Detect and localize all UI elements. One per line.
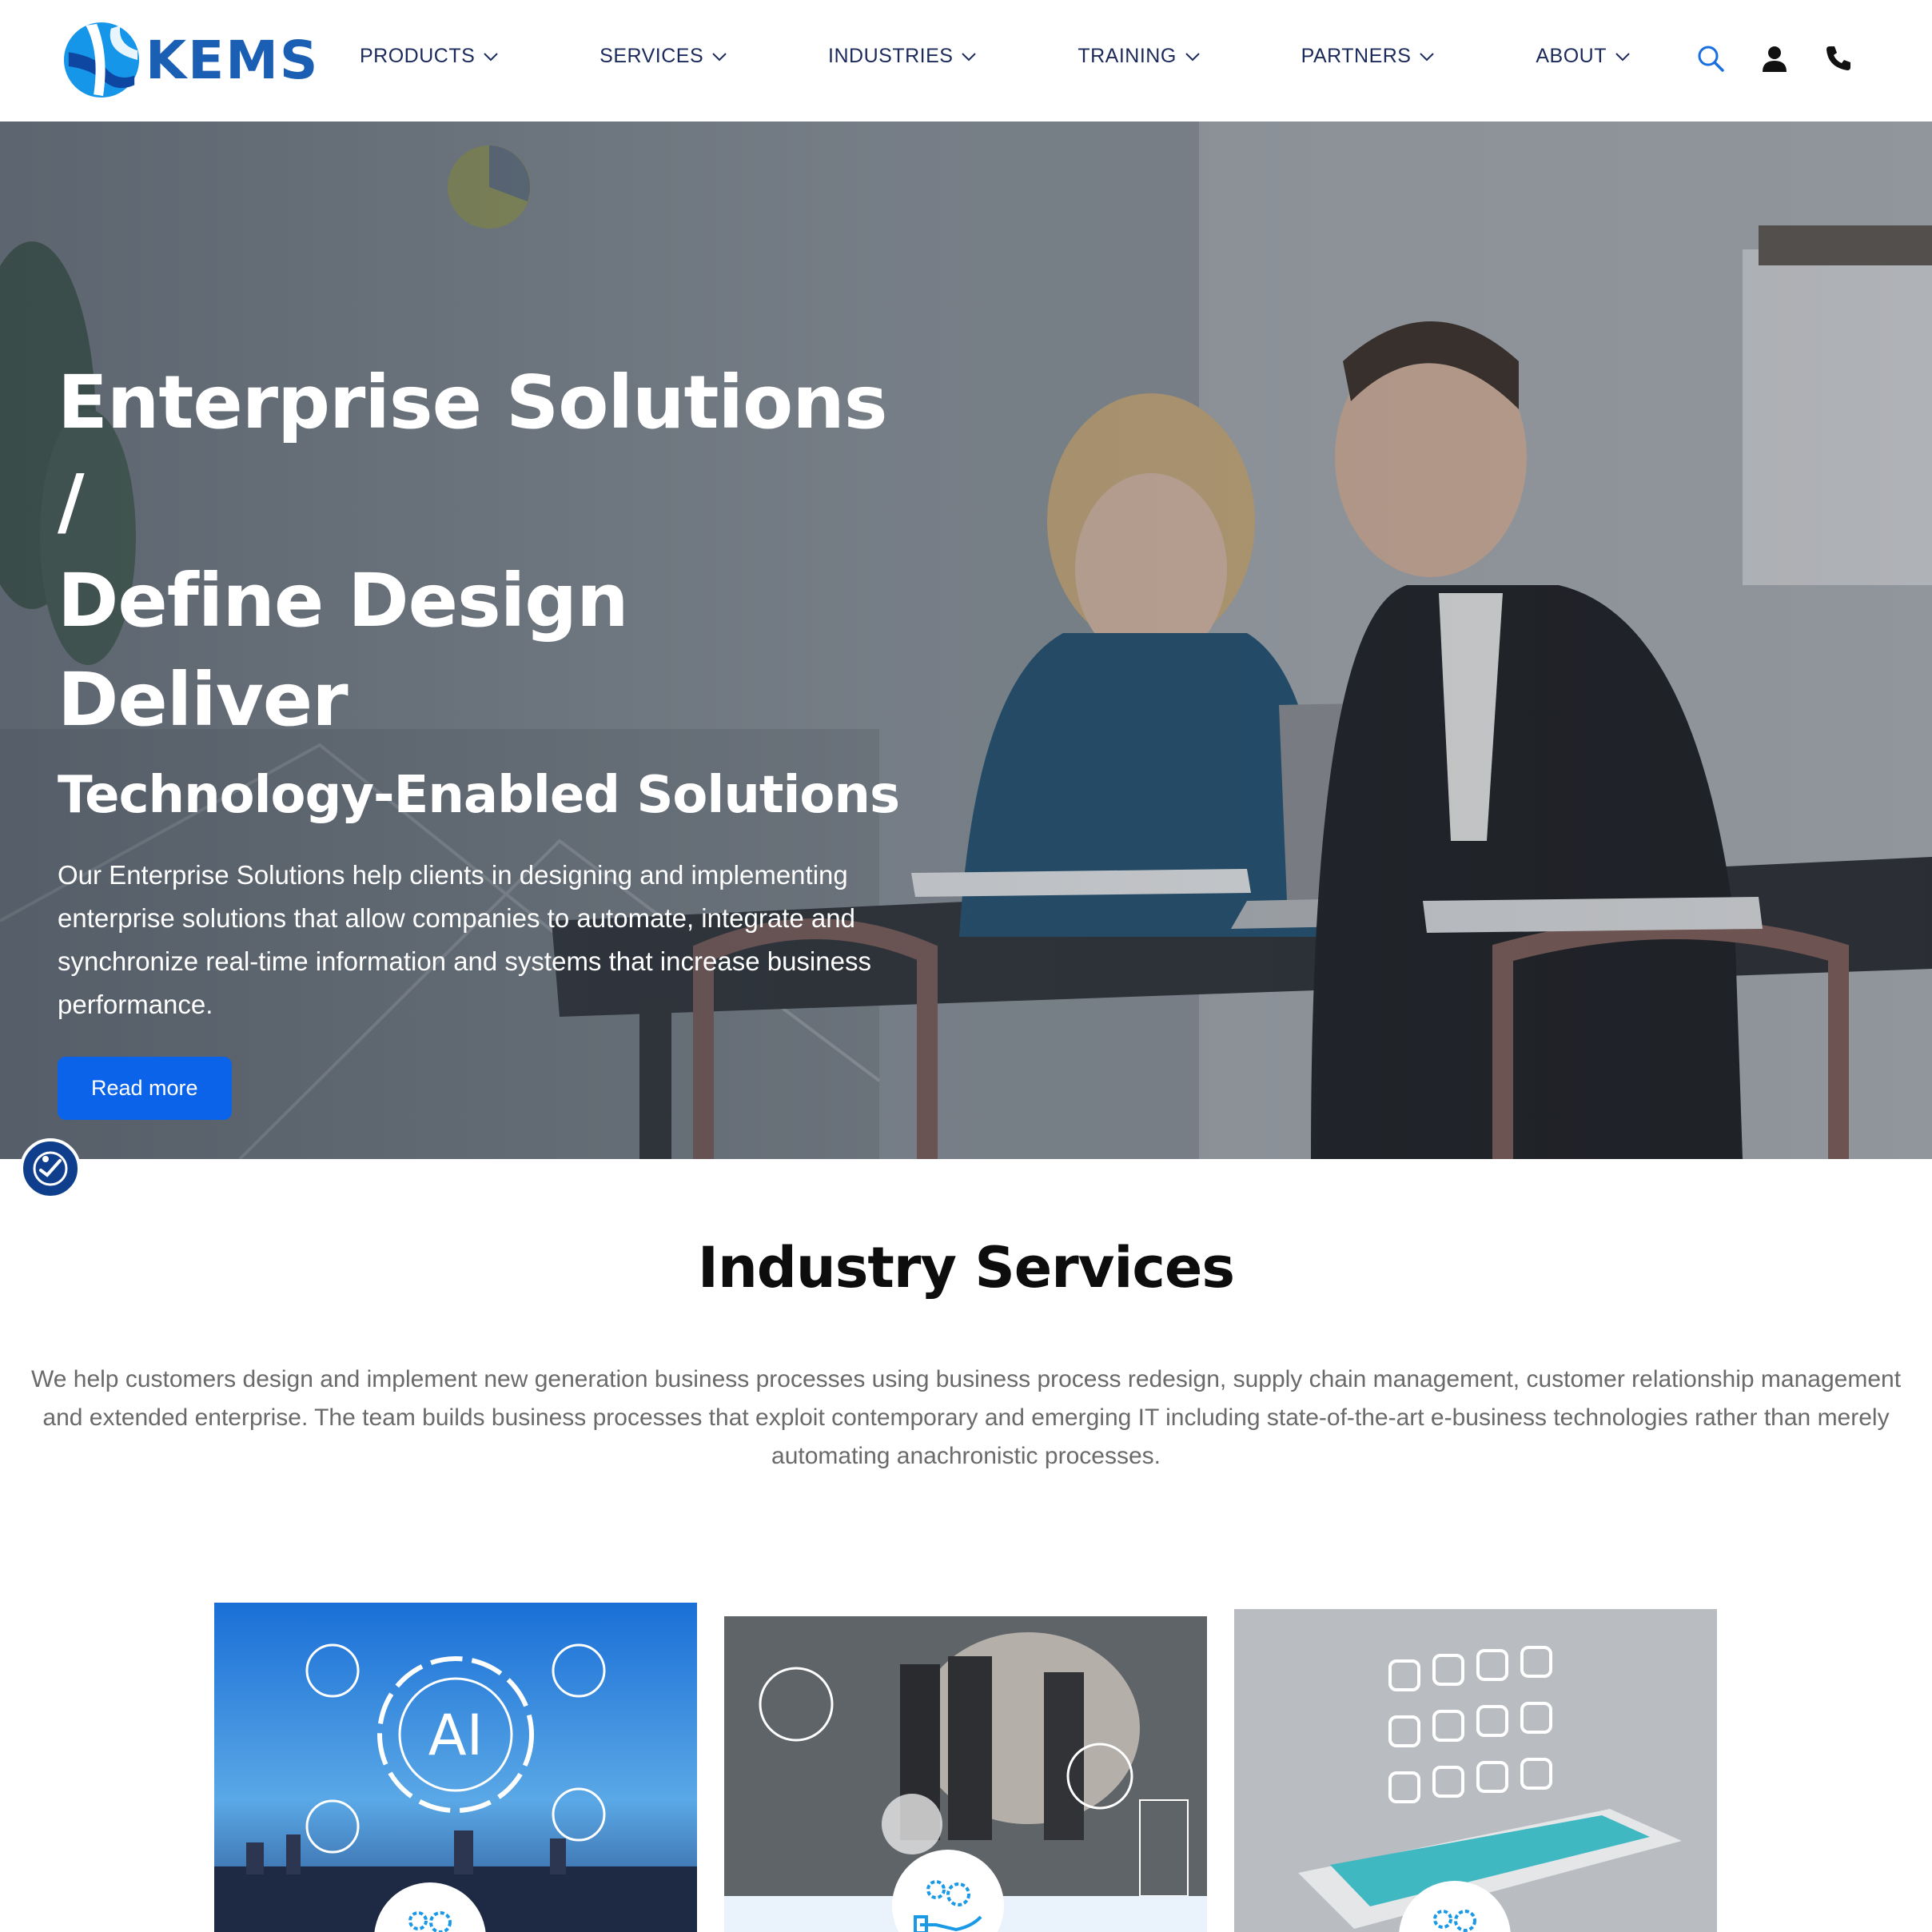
accessibility-icon bbox=[33, 1151, 68, 1186]
ai-city-image: AI bbox=[214, 1603, 697, 1932]
hero-content: Enterprise Solutions / Define Design Del… bbox=[58, 353, 905, 1120]
nav-partners[interactable]: PARTNERS bbox=[1301, 45, 1436, 68]
accessibility-widget-button[interactable] bbox=[20, 1138, 81, 1199]
chevron-down-icon bbox=[1185, 52, 1200, 61]
brand-name: KEMS bbox=[145, 29, 320, 91]
service-card-mobile[interactable] bbox=[1234, 1609, 1717, 1932]
nav-services[interactable]: SERVICES bbox=[600, 45, 727, 68]
main-nav: PRODUCTS SERVICES INDUSTRIES TRAINING PA… bbox=[360, 45, 1631, 68]
gear-hand-icon bbox=[914, 1880, 982, 1932]
hero-title: Enterprise Solutions / Define Design Del… bbox=[58, 353, 905, 750]
user-icon[interactable] bbox=[1759, 43, 1790, 74]
section-description: We help customers design and implement n… bbox=[30, 1366, 1902, 1469]
phone-icon[interactable] bbox=[1823, 43, 1854, 74]
chevron-down-icon bbox=[712, 52, 727, 61]
nav-label: TRAINING bbox=[1078, 45, 1177, 67]
kems-logo[interactable]: KEMS bbox=[62, 21, 319, 99]
nav-label: PARTNERS bbox=[1301, 45, 1412, 67]
search-icon[interactable] bbox=[1695, 43, 1726, 74]
hero-title-line: Enterprise Solutions / bbox=[58, 360, 888, 544]
hero-banner: Enterprise Solutions / Define Design Del… bbox=[0, 121, 1932, 1159]
hero-description: Our Enterprise Solutions help clients in… bbox=[58, 860, 871, 1019]
nav-products[interactable]: PRODUCTS bbox=[360, 45, 499, 68]
service-card-ai[interactable]: AI bbox=[214, 1603, 697, 1932]
gears-icon bbox=[1433, 1910, 1476, 1932]
chevron-down-icon bbox=[484, 52, 499, 61]
nav-label: SERVICES bbox=[600, 45, 704, 67]
chevron-down-icon bbox=[962, 52, 977, 61]
service-card-analytics[interactable] bbox=[724, 1616, 1207, 1932]
hero-title-line: Define Design Deliver bbox=[58, 558, 629, 743]
chevron-down-icon bbox=[1420, 52, 1435, 61]
mobile-apps-image bbox=[1234, 1609, 1717, 1932]
read-more-button[interactable]: Read more bbox=[58, 1057, 232, 1120]
header-actions bbox=[1695, 43, 1854, 74]
nav-label: ABOUT bbox=[1536, 45, 1607, 67]
nav-label: INDUSTRIES bbox=[828, 45, 954, 67]
chevron-down-icon bbox=[1615, 52, 1630, 61]
hero-subtitle: Technology-Enabled Solutions bbox=[58, 766, 900, 825]
nav-label: PRODUCTS bbox=[360, 45, 476, 67]
gears-icon bbox=[408, 1911, 452, 1932]
site-header: KEMS PRODUCTS SERVICES INDUSTRIES TRAINI… bbox=[0, 0, 1932, 121]
nav-about[interactable]: ABOUT bbox=[1536, 45, 1631, 68]
logo-mark-icon bbox=[63, 22, 140, 98]
nav-training[interactable]: TRAINING bbox=[1078, 45, 1200, 68]
section-title: Industry Services bbox=[697, 1235, 1235, 1301]
ai-label: AI bbox=[428, 1703, 484, 1768]
nav-industries[interactable]: INDUSTRIES bbox=[828, 45, 977, 68]
